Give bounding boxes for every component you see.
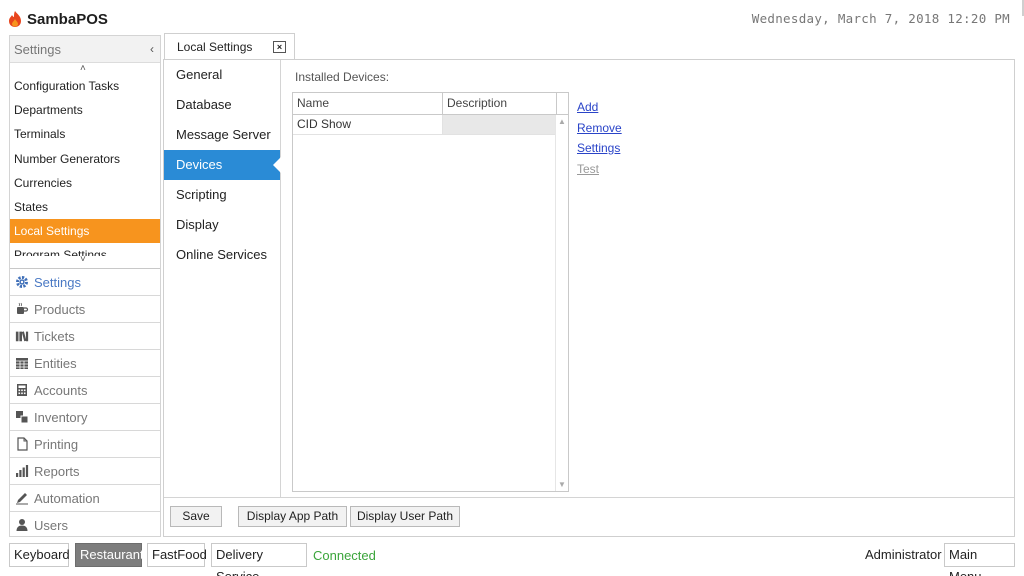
tab-label: Local Settings [177,39,253,54]
app-logo: SambaPOS [8,8,108,30]
main-content: General Database Message Server Devices … [163,59,1015,537]
chevron-down-icon[interactable]: ˅ [80,254,86,265]
settings-header-title: Settings [14,41,61,57]
chevron-left-icon[interactable]: ‹ [150,42,154,56]
module-accounts[interactable]: Accounts [10,376,160,403]
close-icon[interactable]: × [273,41,286,53]
settings-list: Configuration Tasks Departments Terminal… [10,74,160,256]
module-label: Tickets [34,328,75,344]
module-label: Reports [34,463,80,479]
restaurant-button[interactable]: Restaurant [75,543,144,567]
gear-icon [15,275,29,289]
column-header-description[interactable]: Description [443,93,557,114]
settings-item-configuration-tasks[interactable]: Configuration Tasks [10,74,160,98]
settings-header: Settings ‹ [10,36,160,63]
remove-link[interactable]: Remove [577,121,622,136]
module-automation[interactable]: Automation [10,484,160,511]
settings-item-departments[interactable]: Departments [10,98,160,122]
devices-grid: Name Description CID Show ▲ ▼ [292,92,569,492]
module-reports[interactable]: Reports [10,457,160,484]
module-label: Printing [34,436,79,452]
bar-chart-icon [15,464,29,478]
module-products[interactable]: Products [10,295,160,322]
module-label: Accounts [34,382,88,398]
scroll-up-arrow-icon[interactable]: ▲ [558,117,566,126]
module-label: Inventory [34,409,88,425]
table-row[interactable]: CID Show [293,115,568,135]
fastfood-button[interactable]: FastFood [147,543,207,567]
bottom-button-bar: Save Display App Path Display User Path [164,497,1014,536]
keyboard-button[interactable]: Keyboard [9,543,70,567]
module-label: Users [34,517,68,533]
nav-item-online-services[interactable]: Online Services [164,240,280,270]
current-user: Administrator [865,547,942,562]
display-app-path-button[interactable]: Display App Path [238,506,347,527]
nav-item-database[interactable]: Database [164,90,280,120]
inventory-icon [15,410,29,424]
user-icon [15,518,29,532]
module-tickets[interactable]: Tickets [10,322,160,349]
module-list: Settings Products Tickets Entities Accou… [10,268,160,538]
flame-icon [9,11,21,27]
column-header-name[interactable]: Name [293,93,443,114]
delivery-service-button[interactable]: Delivery Service [211,543,307,576]
nav-item-message-server[interactable]: Message Server [164,120,280,150]
module-settings[interactable]: Settings [10,268,160,295]
add-link[interactable]: Add [577,100,622,115]
module-inventory[interactable]: Inventory [10,403,160,430]
settings-item-currencies[interactable]: Currencies [10,171,160,195]
table-grid-icon [15,356,29,370]
test-link[interactable]: Test [577,162,622,177]
module-users[interactable]: Users [10,511,160,538]
settings-item-terminals[interactable]: Terminals [10,122,160,146]
installed-devices-label: Installed Devices: [295,70,390,84]
nav-item-devices[interactable]: Devices [164,150,281,180]
cell-description[interactable] [443,115,555,134]
scroll-down-arrow-icon[interactable]: ▼ [558,480,566,489]
app-name: SambaPOS [27,10,108,28]
coffee-cup-icon [15,302,29,316]
pen-icon [15,491,29,505]
connection-status: Connected [313,548,376,563]
local-settings-nav: General Database Message Server Devices … [164,60,281,497]
calculator-icon [15,383,29,397]
display-user-path-button[interactable]: Display User Path [350,506,460,527]
device-actions: Add Remove Settings Test [577,100,622,176]
grid-header: Name Description [293,93,568,115]
nav-item-display[interactable]: Display [164,210,280,240]
chevron-up-icon[interactable]: ˄ [80,63,86,74]
document-icon [15,437,29,451]
settings-item-states[interactable]: States [10,195,160,219]
module-label: Settings [34,274,81,290]
vertical-scrollbar[interactable]: ▲ ▼ [555,115,568,491]
module-label: Products [34,301,86,317]
nav-item-general[interactable]: General [164,60,280,90]
module-entities[interactable]: Entities [10,349,160,376]
date-time: Wednesday, March 7, 2018 12:20 PM [751,11,1010,26]
tab-local-settings[interactable]: Local Settings × [164,33,295,59]
module-label: Entities [34,355,77,371]
settings-link[interactable]: Settings [577,141,622,156]
nav-item-scripting[interactable]: Scripting [164,180,280,210]
module-label: Automation [34,490,100,506]
module-printing[interactable]: Printing [10,430,160,457]
cell-name[interactable]: CID Show [293,115,443,134]
settings-item-number-generators[interactable]: Number Generators [10,147,160,171]
books-icon [15,329,29,343]
save-button[interactable]: Save [170,506,222,527]
main-menu-button[interactable]: Main Menu [944,543,1015,576]
left-panel: Settings ‹ ˄ Configuration Tasks Departm… [9,35,161,537]
settings-item-local-settings[interactable]: Local Settings [10,219,160,244]
